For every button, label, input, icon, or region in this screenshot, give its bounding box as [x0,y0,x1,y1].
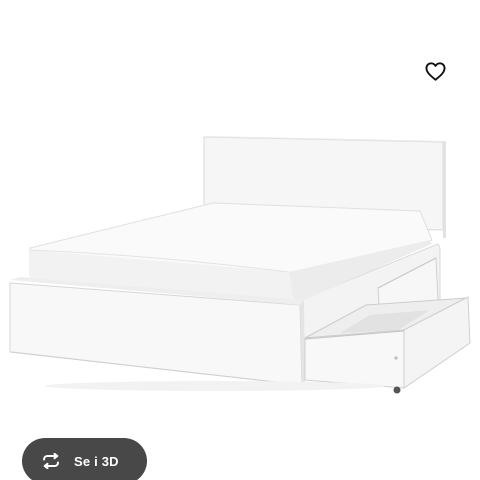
floor-shadow [45,381,385,391]
favorite-button[interactable] [420,56,450,86]
product-image [9,136,471,394]
product-image-viewer: Se i 3D [0,0,480,480]
view-in-3d-button[interactable]: Se i 3D [22,438,147,480]
view-in-3d-label: Se i 3D [74,453,119,469]
rotate-3d-icon [40,453,62,469]
heart-outline-icon [424,61,446,81]
